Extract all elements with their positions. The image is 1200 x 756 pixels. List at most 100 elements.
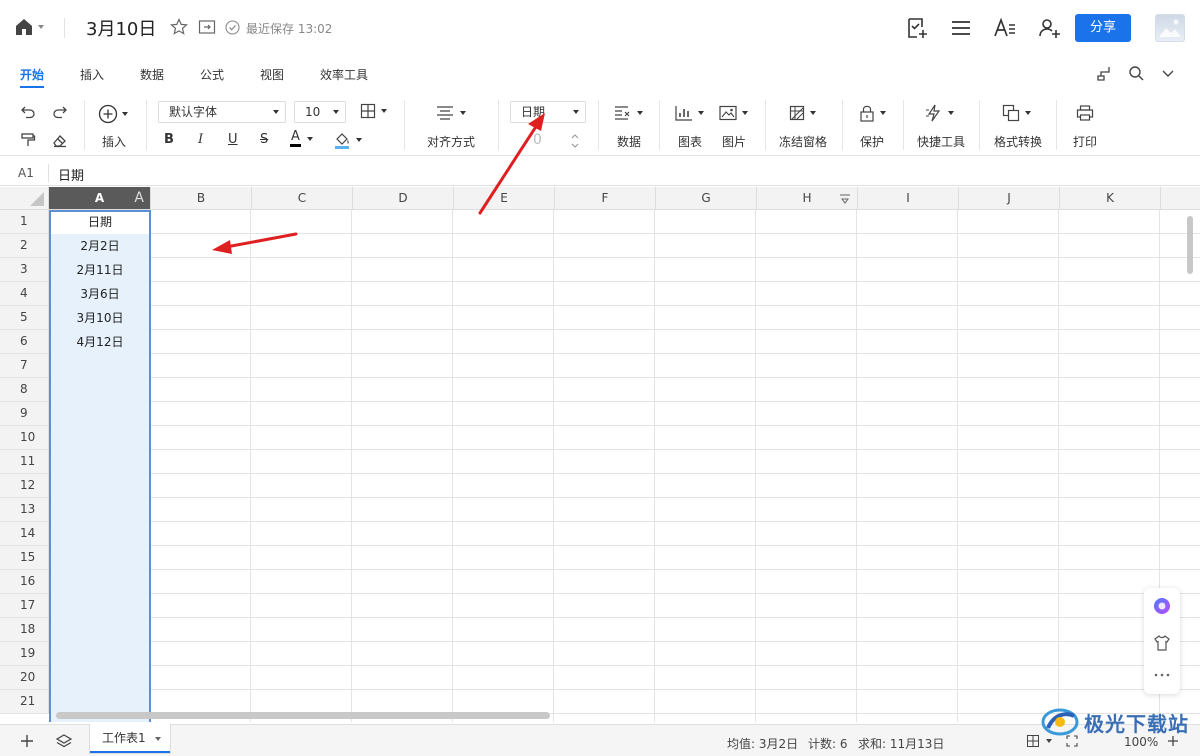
column-header-b[interactable]: B [151, 187, 252, 210]
row-header[interactable]: 4 [0, 282, 49, 306]
fill-color-button[interactable] [334, 131, 362, 149]
cell-grid[interactable] [49, 210, 1200, 722]
row-header[interactable]: 16 [0, 570, 49, 594]
column-header-i[interactable]: I [858, 187, 959, 210]
border-button[interactable] [360, 103, 387, 119]
tab-start[interactable]: 开始 [20, 66, 44, 83]
cell-a4[interactable]: 3月6日 [51, 282, 149, 306]
chevron-down-icon[interactable] [155, 736, 162, 741]
row-header[interactable]: 11 [0, 450, 49, 474]
add-sheet-icon[interactable] [20, 734, 34, 748]
row-header[interactable]: 15 [0, 546, 49, 570]
printer-icon[interactable] [1076, 105, 1094, 121]
underline-button[interactable]: U [228, 132, 238, 147]
freeze-panes-button[interactable] [789, 105, 816, 121]
insert-button[interactable] [98, 104, 128, 124]
task-add-icon[interactable] [905, 16, 929, 40]
cell-a1[interactable]: 日期 [51, 211, 149, 234]
cell-a3[interactable]: 2月11日 [51, 258, 149, 282]
redo-icon[interactable] [52, 104, 68, 120]
tab-efficiency-tools[interactable]: 效率工具 [320, 66, 368, 83]
column-header-a[interactable]: A A [49, 187, 151, 210]
vertical-scrollbar[interactable] [1187, 216, 1193, 274]
format-painter-brush-icon[interactable] [1095, 64, 1113, 82]
column-header-c[interactable]: C [252, 187, 353, 210]
text-size-icon[interactable] [993, 16, 1017, 40]
row-header[interactable]: 6 [0, 330, 49, 354]
chevron-down-icon[interactable] [1159, 64, 1177, 82]
sheet-tab-1[interactable]: 工作表1 [89, 724, 171, 754]
font-family-select[interactable]: 默认字体 [158, 101, 286, 123]
bold-button[interactable]: B [164, 132, 174, 147]
column-header-d[interactable]: D [353, 187, 454, 210]
select-all-corner[interactable] [0, 187, 49, 210]
horizontal-scrollbar[interactable] [56, 712, 550, 719]
number-format-select[interactable]: 日期 [510, 101, 586, 123]
search-icon[interactable] [1127, 64, 1145, 82]
font-size-select[interactable]: 10 [294, 101, 346, 123]
add-collaborator-icon[interactable] [1037, 16, 1061, 40]
data-button[interactable] [614, 105, 643, 121]
row-header[interactable]: 12 [0, 474, 49, 498]
row-header[interactable]: 21 [0, 690, 49, 714]
undo-icon[interactable] [20, 104, 36, 120]
row-header[interactable]: 1 [0, 210, 49, 234]
tshirt-icon[interactable] [1153, 634, 1171, 652]
row-header[interactable]: 3 [0, 258, 49, 282]
strikethrough-button[interactable]: S [260, 132, 268, 147]
row-header[interactable]: 17 [0, 594, 49, 618]
ai-assistant-icon[interactable] [1153, 597, 1171, 615]
format-convert-button[interactable] [1002, 104, 1031, 122]
column-header-f[interactable]: F [555, 187, 656, 210]
column-header-j[interactable]: J [959, 187, 1060, 210]
row-header[interactable]: 18 [0, 618, 49, 642]
view-mode-icon[interactable] [1027, 735, 1039, 747]
row-header[interactable]: 10 [0, 426, 49, 450]
row-header[interactable]: 20 [0, 666, 49, 690]
move-to-folder-icon[interactable] [198, 18, 216, 36]
decimal-stepper-icon[interactable] [570, 132, 580, 150]
chart-button[interactable] [675, 105, 704, 121]
cell-a6[interactable]: 4月12日 [51, 330, 149, 354]
tab-view[interactable]: 视图 [260, 66, 284, 83]
cell-a2[interactable]: 2月2日 [51, 234, 149, 258]
cell-a5[interactable]: 3月10日 [51, 306, 149, 330]
row-header[interactable]: 7 [0, 354, 49, 378]
column-header-e[interactable]: E [454, 187, 555, 210]
row-header[interactable]: 5 [0, 306, 49, 330]
italic-button[interactable]: I [198, 132, 203, 147]
column-header-g[interactable]: G [656, 187, 757, 210]
row-header[interactable]: 13 [0, 498, 49, 522]
protect-button[interactable] [859, 104, 886, 122]
quick-tools-button[interactable] [925, 104, 954, 122]
tab-data[interactable]: 数据 [140, 66, 164, 83]
align-button[interactable] [436, 105, 466, 121]
column-header-next[interactable] [1161, 187, 1200, 210]
tab-insert[interactable]: 插入 [80, 66, 104, 83]
divider [842, 100, 843, 150]
formula-input[interactable]: 日期 [58, 165, 84, 184]
sheet-list-icon[interactable] [56, 733, 72, 749]
star-icon[interactable] [170, 18, 188, 36]
column-header-k[interactable]: K [1060, 187, 1161, 210]
home-button[interactable] [14, 17, 44, 37]
row-header[interactable]: 14 [0, 522, 49, 546]
avatar[interactable] [1155, 14, 1185, 42]
picture-button[interactable] [719, 105, 748, 121]
format-painter-icon[interactable] [20, 132, 36, 148]
column-header-h[interactable]: H [757, 187, 858, 210]
eraser-icon[interactable] [52, 132, 68, 148]
row-header[interactable]: 2 [0, 234, 49, 258]
chevron-down-icon [880, 111, 886, 115]
filter-icon[interactable] [839, 193, 851, 205]
font-color-button[interactable]: A [290, 130, 313, 147]
tab-formula[interactable]: 公式 [200, 66, 224, 83]
menu-icon[interactable] [949, 16, 973, 40]
more-icon[interactable] [1153, 670, 1171, 680]
row-header[interactable]: 19 [0, 642, 49, 666]
cell-reference[interactable]: A1 [18, 166, 34, 180]
row-header[interactable]: 8 [0, 378, 49, 402]
document-title[interactable]: 3月10日 [86, 15, 156, 41]
row-header[interactable]: 9 [0, 402, 49, 426]
share-button[interactable]: 分享 [1075, 14, 1131, 42]
